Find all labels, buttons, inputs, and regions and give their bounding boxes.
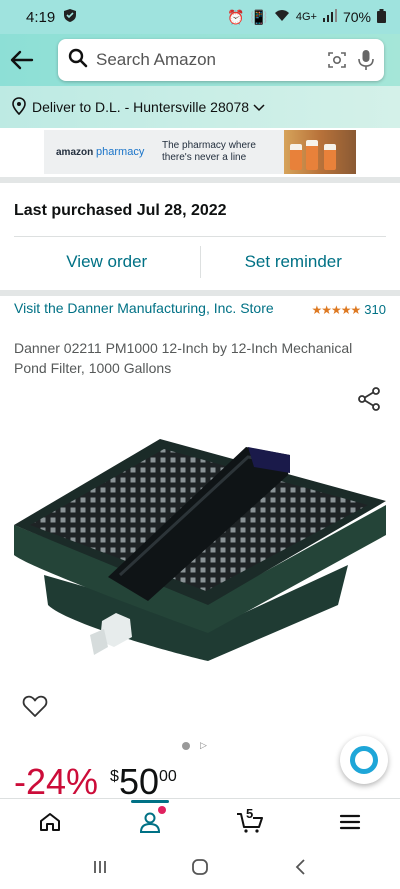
search-input[interactable] [96, 50, 317, 70]
search-header [0, 34, 400, 86]
camera-icon[interactable] [327, 47, 347, 73]
store-link[interactable]: Visit the Danner Manufacturing, Inc. Sto… [14, 299, 274, 318]
last-purchased-card: Last purchased Jul 28, 2022 View order S… [14, 190, 386, 287]
menu-icon[interactable] [320, 800, 380, 844]
deliver-to-bar[interactable]: Deliver to D.L. - Huntersville 28078 [0, 86, 400, 128]
discount-percent: -24% [14, 762, 99, 802]
product-title: Danner 02211 PM1000 12-Inch by 12-Inch M… [14, 340, 353, 376]
view-order-button[interactable]: View order [14, 252, 200, 272]
network-label: 4G+ [295, 11, 317, 23]
cart-count: 5 [246, 805, 254, 821]
status-bar: 4:19 ⏰ 📳 4G+ 70% [0, 0, 400, 34]
alexa-button[interactable] [340, 736, 388, 784]
rating[interactable]: ★★★★★ 310 [312, 301, 387, 318]
back-nav-icon[interactable] [280, 847, 320, 887]
ad-image [284, 130, 356, 174]
home-nav-icon[interactable] [180, 847, 220, 887]
video-play-icon[interactable]: ▷ [200, 740, 207, 751]
image-carousel-indicator[interactable]: ▷ [182, 740, 207, 751]
price: $ 50 00 [110, 762, 177, 802]
battery-level: 70% [342, 9, 371, 25]
share-icon[interactable] [356, 386, 382, 412]
notification-badge [158, 805, 166, 814]
signal-icon [322, 9, 337, 25]
battery-icon [377, 8, 386, 26]
alarm-icon: ⏰ [226, 8, 245, 25]
search-icon [68, 48, 88, 73]
section-divider [0, 177, 400, 183]
shield-icon [63, 8, 77, 27]
wifi-icon [274, 9, 290, 25]
carousel-dot[interactable] [182, 741, 190, 750]
android-nav-bar [0, 844, 400, 889]
bottom-nav: 5 [0, 798, 400, 844]
heart-icon[interactable] [22, 694, 48, 720]
section-divider [0, 290, 400, 296]
deliver-to-text: Deliver to D.L. - Huntersville 28078 [32, 99, 250, 115]
status-time: 4:19 [26, 8, 56, 26]
back-arrow-icon[interactable] [0, 38, 44, 82]
store-rating-row: Visit the Danner Manufacturing, Inc. Sto… [14, 299, 386, 318]
home-icon[interactable] [20, 800, 80, 844]
alexa-icon [350, 746, 378, 774]
last-purchased-title: Last purchased Jul 28, 2022 [14, 202, 227, 219]
location-pin-icon [12, 96, 26, 118]
mic-icon[interactable] [357, 47, 375, 73]
rating-stars: ★★★★★ [311, 302, 362, 317]
pharmacy-ad-banner[interactable]: amazon pharmacy The pharmacy where there… [0, 128, 400, 176]
active-tab-indicator [131, 799, 169, 803]
amazon-pharmacy-logo: amazon pharmacy [56, 146, 145, 158]
price-row: -24% $ 50 00 [14, 762, 177, 802]
cart-icon[interactable]: 5 [220, 800, 280, 844]
search-box[interactable] [58, 39, 384, 81]
ad-tagline: The pharmacy where there's never a line [162, 140, 256, 163]
recent-apps-icon[interactable] [80, 847, 120, 887]
vibrate-icon: 📳 [250, 8, 268, 25]
rating-count: 310 [364, 302, 386, 317]
product-image[interactable] [8, 425, 392, 675]
account-icon[interactable] [120, 799, 180, 844]
set-reminder-button[interactable]: Set reminder [201, 252, 387, 272]
chevron-down-icon [253, 99, 265, 115]
